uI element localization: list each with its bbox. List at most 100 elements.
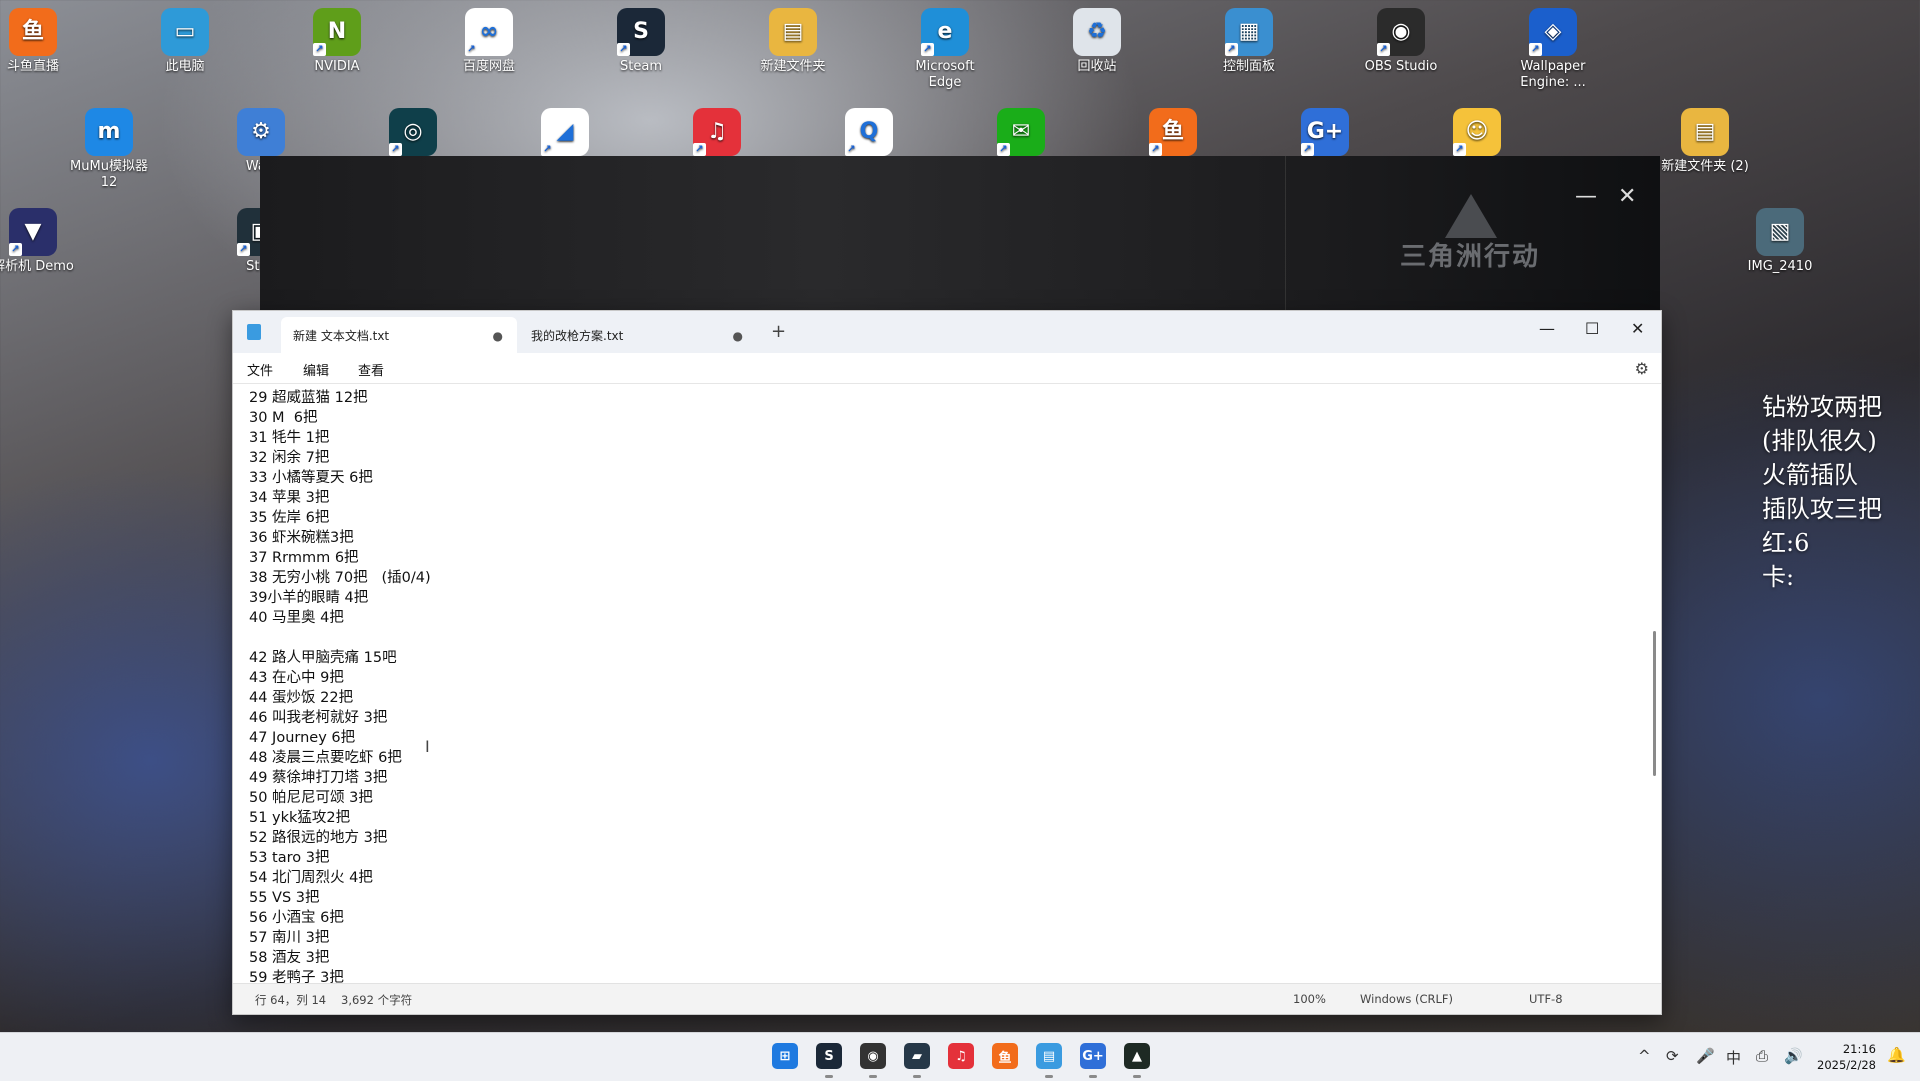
unsaved-dot-icon[interactable]: ● (733, 329, 743, 343)
notification-bell-icon[interactable]: 🔔 (1887, 1046, 1906, 1064)
menu-edit[interactable]: 编辑 (303, 360, 329, 379)
desktop-app-icon: ♫ ↗ (693, 108, 741, 156)
desktop-icon[interactable]: ▦ ↗ 控制面板 (1204, 8, 1294, 75)
desktop-icon-label: IMG_2410 (1747, 259, 1813, 274)
app-glyph: ☺ (1465, 119, 1489, 144)
desktop-icon[interactable]: ☺ ↗ (1432, 108, 1522, 159)
text-line: 33 小橘等夏天 6把 (249, 470, 373, 486)
text-line: 53 taro 3把 (249, 850, 330, 866)
shortcut-arrow-icon: ↗ (465, 43, 478, 56)
desktop-app-icon: ▼ ↗ (9, 208, 57, 256)
vertical-scrollbar[interactable] (1653, 631, 1656, 776)
unsaved-dot-icon[interactable]: ● (493, 329, 503, 343)
desktop-icon[interactable]: ▼ ↗ 解析机 Demo (0, 208, 78, 275)
shortcut-arrow-icon: ↗ (237, 243, 250, 256)
desktop-icon[interactable]: ♫ ↗ (672, 108, 762, 159)
notepad-titlebar[interactable]: 新建 文本文档.txt ● 我的改枪方案.txt ● + — ☐ ✕ (233, 311, 1661, 353)
taskbar-netease-icon[interactable]: ♫ (948, 1043, 974, 1069)
text-line: 51 ykk猛攻2把 (249, 810, 351, 826)
running-indicator (1089, 1075, 1097, 1078)
desktop-app-icon: S ↗ (617, 8, 665, 56)
video-close-button[interactable]: ✕ (1618, 184, 1636, 209)
menu-file[interactable]: 文件 (247, 360, 273, 379)
desktop-icon[interactable]: ▧ IMG_2410 (1735, 208, 1825, 275)
tab-gun-plan[interactable]: 我的改枪方案.txt ● (519, 317, 757, 353)
cursor-position[interactable]: 行 64，列 14 (255, 992, 326, 1008)
app-glyph: ∞ (479, 19, 499, 44)
taskbar: ⊞ S ◉ ▰ ♫ 鱼 ▤ G+ ▲ ^ ⟳ 🎤 中 ⎙ 🔊 21:16 2025/2/28 🔔 (0, 1032, 1920, 1081)
desktop-icon-label: Microsoft Edge (915, 59, 975, 90)
minimize-button[interactable]: — (1539, 319, 1555, 338)
side-note-line: 插队攻三把 (1762, 495, 1882, 523)
desktop-icon[interactable]: ▤ 新建文件夹 (2) (1660, 108, 1750, 175)
desktop-icon[interactable]: ◢ ↗ (520, 108, 610, 159)
desktop-icon[interactable]: 鱼斗鱼直播 (0, 8, 78, 75)
game-logo-icon (1445, 194, 1497, 238)
taskbar-delta-icon[interactable]: ▲ (1124, 1043, 1150, 1069)
maximize-button[interactable]: ☐ (1585, 319, 1599, 338)
taskbar-start-icon[interactable]: ⊞ (772, 1043, 798, 1069)
volume-icon[interactable]: 🔊 (1784, 1047, 1803, 1065)
desktop-icon-label: 新建文件夹 (760, 59, 826, 74)
taskbar-notepad-icon[interactable]: ▤ (1036, 1043, 1062, 1069)
menu-view[interactable]: 查看 (358, 360, 384, 379)
desktop-app-icon: 鱼 (9, 8, 57, 56)
zoom-level[interactable]: 100% (1293, 992, 1326, 1006)
desktop-icon-label: OBS Studio (1364, 59, 1438, 74)
desktop-icon[interactable]: ✉ ↗ (976, 108, 1066, 159)
desktop-icon[interactable]: 鱼 ↗ (1128, 108, 1218, 159)
desktop-icon[interactable]: ◈ ↗ Wallpaper Engine: ... (1508, 8, 1598, 91)
desktop-icon[interactable]: Q ↗ (824, 108, 914, 159)
desktop-app-icon: ◢ ↗ (541, 108, 589, 156)
desktop-icon[interactable]: S ↗ Steam (596, 8, 686, 75)
desktop-app-icon: ▤ (1681, 108, 1729, 156)
text-editor[interactable]: 29 超威蓝猫 12把 30 M 6把 31 牦牛 1把 32 闲余 7把 33 小橘等… (233, 383, 1661, 984)
desktop-icon-label: NVIDIA (314, 59, 360, 74)
desktop-app-icon: ◈ ↗ (1529, 8, 1577, 56)
desktop-app-icon: ◉ ↗ (1377, 8, 1425, 56)
desktop-icon-label: 解析机 Demo (0, 259, 74, 274)
notepad-window[interactable]: 新建 文本文档.txt ● 我的改枪方案.txt ● + — ☐ ✕ 文件 编辑… (232, 310, 1662, 1015)
desktop-icon-label: 此电脑 (165, 59, 205, 74)
app-glyph: ⚙ (251, 119, 271, 144)
clock[interactable]: 21:16 2025/2/28 (1817, 1041, 1876, 1073)
new-tab-button[interactable]: + (771, 321, 786, 342)
tray-overflow-icon[interactable]: ^ (1638, 1047, 1651, 1065)
encoding[interactable]: UTF-8 (1529, 992, 1563, 1006)
desktop-icon[interactable]: N ↗ NVIDIA (292, 8, 382, 75)
microphone-icon[interactable]: 🎤 (1696, 1047, 1715, 1065)
taskbar-obs-icon[interactable]: ◉ (860, 1043, 886, 1069)
text-line: 29 超威蓝猫 12把 (249, 390, 368, 406)
desktop-icon[interactable]: G+ ↗ (1280, 108, 1370, 159)
taskbar-gplus-icon[interactable]: G+ (1080, 1043, 1106, 1069)
video-window[interactable]: — ✕ 三角洲行动 (260, 156, 1660, 311)
desktop-icon[interactable]: m MuMu模拟器12 (64, 108, 154, 191)
tab-new-text-document[interactable]: 新建 文本文档.txt ● (281, 317, 517, 353)
side-note-line: 红:6 (1762, 529, 1810, 557)
taskbar-douyu-icon[interactable]: 鱼 (992, 1043, 1018, 1069)
settings-gear-icon[interactable]: ⚙ (1635, 359, 1649, 378)
video-minimize-button[interactable]: — (1575, 184, 1597, 209)
text-line: 35 佐岸 6把 (249, 510, 330, 526)
desktop-icon[interactable]: ♻ 回收站 (1052, 8, 1142, 75)
desktop-icon[interactable]: ◎ ↗ (368, 108, 458, 159)
text-line: 54 北门周烈火 4把 (249, 870, 373, 886)
text-line: 43 在心中 9把 (249, 670, 344, 686)
app-glyph: ◈ (1544, 19, 1562, 44)
network-icon[interactable]: ⎙ (1756, 1047, 1768, 1065)
desktop-icon[interactable]: ◉ ↗ OBS Studio (1356, 8, 1446, 75)
close-button[interactable]: ✕ (1631, 319, 1644, 338)
shortcut-arrow-icon: ↗ (1453, 143, 1466, 156)
desktop-app-icon: 鱼 ↗ (1149, 108, 1197, 156)
side-note-line: 钻粉攻两把 (1762, 393, 1882, 421)
taskbar-terminal-icon[interactable]: ▰ (904, 1043, 930, 1069)
desktop-icon[interactable]: e ↗ Microsoft Edge (900, 8, 990, 91)
desktop-app-icon: ▧ (1756, 208, 1804, 256)
taskbar-steam-icon[interactable]: S (816, 1043, 842, 1069)
input-method-icon[interactable]: 中 (1726, 1047, 1741, 1068)
sync-icon[interactable]: ⟳ (1666, 1047, 1679, 1065)
desktop-icon[interactable]: ∞ ↗ 百度网盘 (444, 8, 534, 75)
line-ending[interactable]: Windows (CRLF) (1360, 992, 1453, 1006)
desktop-icon[interactable]: ▤ 新建文件夹 (748, 8, 838, 75)
desktop-icon[interactable]: ▭ 此电脑 (140, 8, 230, 75)
